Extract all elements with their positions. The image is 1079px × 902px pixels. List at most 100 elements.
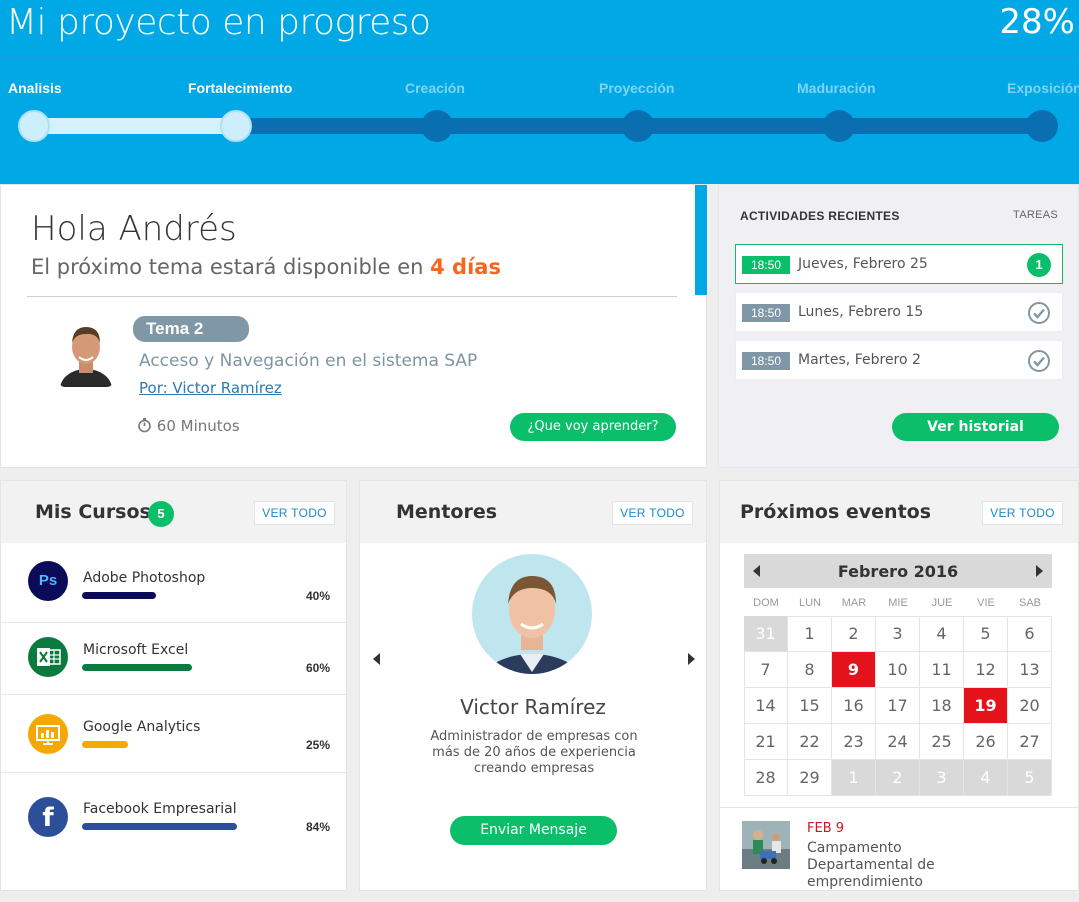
calendar-day[interactable]: 10 [876, 652, 920, 688]
calendar-day[interactable]: 16 [832, 688, 876, 724]
next-month-arrow-icon[interactable] [1036, 565, 1043, 577]
calendar-day[interactable]: 25 [920, 724, 964, 760]
courses-count-badge: 5 [148, 501, 174, 527]
course-item[interactable]: Ps Adobe Photoshop 40% [1, 543, 346, 623]
events-view-all-button[interactable]: VER TODO [982, 501, 1063, 525]
calendar-day[interactable]: 26 [964, 724, 1008, 760]
calendar-day[interactable]: 21 [744, 724, 788, 760]
mentors-header: Mentores VER TODO [360, 481, 706, 543]
calendar-weekday-label: MIE [888, 597, 908, 609]
analytics-icon [28, 714, 68, 754]
course-name: Google Analytics [83, 719, 201, 735]
welcome-divider [27, 296, 677, 297]
course-progress-bar [82, 741, 128, 748]
calendar-day[interactable]: 14 [744, 688, 788, 724]
calendar-day[interactable]: 13 [1008, 652, 1052, 688]
check-circle-icon [1028, 302, 1050, 324]
stage-node-fortalecimiento[interactable] [220, 110, 252, 142]
course-item[interactable]: Microsoft Excel 60% [1, 623, 346, 695]
calendar-day[interactable]: 20 [1008, 688, 1052, 724]
calendar-day-event[interactable]: 9 [832, 652, 876, 688]
activity-item[interactable]: 18:50 Jueves, Febrero 25 1 [735, 244, 1063, 284]
calendar-day-event[interactable]: 19 [964, 688, 1008, 724]
course-item[interactable]: Google Analytics 25% [1, 695, 346, 773]
mentor-name: Victor Ramírez [460, 695, 606, 719]
next-topic-days: 4 días [430, 255, 501, 279]
topic-author-link[interactable]: Por: Victor Ramírez [139, 379, 282, 397]
calendar-day[interactable]: 27 [1008, 724, 1052, 760]
stage-node-exposicion[interactable] [1026, 110, 1058, 142]
duration-text: 60 Minutos [156, 417, 240, 435]
events-title: Próximos eventos [740, 501, 932, 523]
previous-mentor-arrow-icon[interactable] [373, 653, 380, 665]
next-topic-notice: El próximo tema estará disponible en 4 d… [31, 255, 501, 279]
tasks-link[interactable]: TAREAS [1013, 209, 1058, 221]
calendar-day[interactable]: 1 [832, 760, 876, 796]
calendar-day[interactable]: 22 [788, 724, 832, 760]
stage-node-analisis[interactable] [18, 110, 50, 142]
calendar-day[interactable]: 29 [788, 760, 832, 796]
events-header: Próximos eventos VER TODO [720, 481, 1078, 543]
calendar-day[interactable]: 12 [964, 652, 1008, 688]
calendar-day[interactable]: 2 [876, 760, 920, 796]
calendar-day[interactable]: 18 [920, 688, 964, 724]
courses-card: Mis Cursos 5 VER TODO Ps Adobe Photoshop… [0, 480, 347, 891]
calendar-day[interactable]: 23 [832, 724, 876, 760]
mentor-photo [472, 554, 592, 674]
calendar-day[interactable]: 3 [920, 760, 964, 796]
course-name: Facebook Empresarial [83, 801, 237, 817]
events-divider [720, 807, 1078, 808]
calendar-day[interactable]: 15 [788, 688, 832, 724]
calendar-day[interactable]: 7 [744, 652, 788, 688]
course-percent: 25% [305, 738, 330, 752]
calendar-day[interactable]: 31 [744, 616, 788, 652]
topic-duration: 60 Minutos [137, 417, 240, 435]
calendar-day[interactable]: 1 [788, 616, 832, 652]
calendar-day[interactable]: 4 [920, 616, 964, 652]
excel-icon [28, 637, 68, 677]
calendar-day[interactable]: 24 [876, 724, 920, 760]
calendar-day[interactable]: 5 [1008, 760, 1052, 796]
course-percent: 40% [305, 589, 330, 603]
event-title[interactable]: Campamento Departamental de emprendimien… [807, 840, 1007, 891]
send-message-button[interactable]: Enviar Mensaje [450, 816, 617, 845]
calendar-day[interactable]: 4 [964, 760, 1008, 796]
calendar-day[interactable]: 6 [1008, 616, 1052, 652]
calendar-weekday-label: MAR [841, 597, 867, 609]
header-divider [0, 58, 1079, 59]
learn-button[interactable]: ¿Que voy aprender? [510, 413, 676, 441]
stage-label-maduracion: Maduración [797, 80, 876, 96]
course-progress-bar [82, 823, 237, 830]
stage-node-maduracion[interactable] [823, 110, 855, 142]
calendar-header: Febrero 2016 [744, 554, 1052, 588]
mentors-card: Mentores VER TODO Victor Ramírez Adminis… [359, 480, 707, 891]
activity-item[interactable]: 18:50 Lunes, Febrero 15 [735, 292, 1063, 332]
events-card: Próximos eventos VER TODO Febrero 2016 D… [719, 480, 1079, 891]
course-item[interactable]: f Facebook Empresarial 84% [1, 773, 346, 873]
activity-time: 18:50 [742, 256, 790, 274]
courses-view-all-button[interactable]: VER TODO [254, 501, 335, 525]
mentors-view-all-button[interactable]: VER TODO [612, 501, 693, 525]
activity-date: Martes, Febrero 2 [798, 352, 921, 368]
stage-node-creacion[interactable] [421, 110, 453, 142]
calendar-day[interactable]: 8 [788, 652, 832, 688]
event-thumbnail [742, 821, 790, 869]
activity-item[interactable]: 18:50 Martes, Febrero 2 [735, 340, 1063, 380]
calendar-day[interactable]: 28 [744, 760, 788, 796]
activity-time: 18:50 [742, 304, 790, 322]
greeting: Hola Andrés [31, 209, 237, 249]
stopwatch-icon [138, 418, 151, 433]
project-progress-percent: 28% [999, 2, 1075, 42]
activities-title: ACTIVIDADES RECIENTES [740, 209, 900, 223]
calendar-day[interactable]: 2 [832, 616, 876, 652]
calendar-day[interactable]: 11 [920, 652, 964, 688]
next-mentor-arrow-icon[interactable] [688, 653, 695, 665]
calendar-day[interactable]: 3 [876, 616, 920, 652]
history-button[interactable]: Ver historial [892, 413, 1059, 441]
author-avatar [59, 319, 113, 387]
stage-node-proyeccion[interactable] [622, 110, 654, 142]
course-name: Adobe Photoshop [83, 570, 206, 586]
calendar-day[interactable]: 17 [876, 688, 920, 724]
calendar-day[interactable]: 5 [964, 616, 1008, 652]
progress-track-fill [34, 118, 236, 134]
